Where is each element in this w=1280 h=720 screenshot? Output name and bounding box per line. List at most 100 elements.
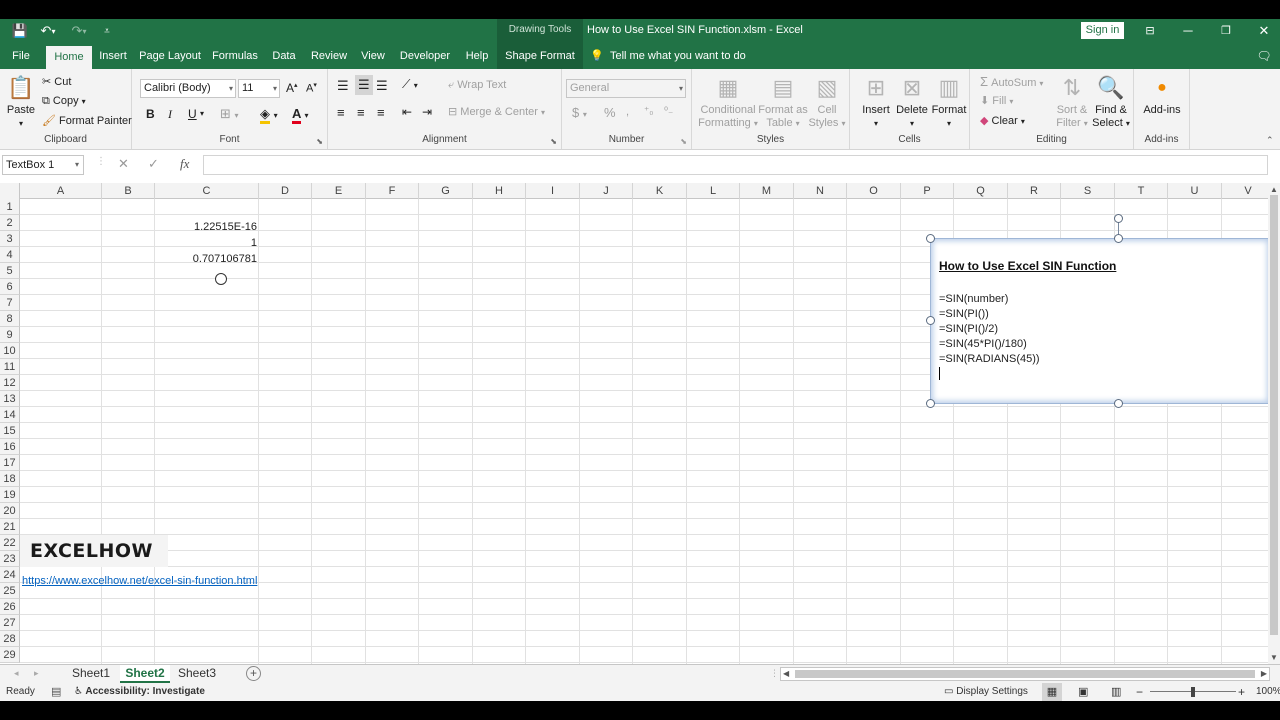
copy-button[interactable]: ⧉ Copy ▾ xyxy=(42,95,86,108)
tab-page-layout[interactable]: Page Layout xyxy=(139,44,201,69)
row-header-2[interactable]: 2 xyxy=(0,215,20,231)
row-header-13[interactable]: 13 xyxy=(0,391,20,407)
align-left-icon[interactable]: ≡ xyxy=(337,105,345,120)
percent-button[interactable]: % xyxy=(604,105,616,120)
column-header-g[interactable]: G xyxy=(419,183,473,199)
zoom-level[interactable]: 100% xyxy=(1256,686,1280,697)
insert-function-icon[interactable]: fx xyxy=(180,156,189,172)
underline-dropdown-icon[interactable]: ▾ xyxy=(200,109,204,118)
conditional-formatting-button[interactable]: ▦ Conditional Formatting ▾ xyxy=(696,73,760,130)
clear-button[interactable]: ◆ Clear ▾ xyxy=(980,114,1025,127)
horizontal-scrollbar[interactable]: ◀ ▶ xyxy=(780,667,1270,681)
name-box[interactable]: TextBox 1 ▾ xyxy=(2,155,84,175)
redo-icon[interactable]: ↷ ▾ xyxy=(66,22,92,40)
align-center-icon[interactable]: ≡ xyxy=(357,105,365,120)
autosum-button[interactable]: Σ AutoSum ▾ xyxy=(980,74,1043,89)
font-dialog-launcher-icon[interactable]: ⬊ xyxy=(316,137,323,146)
row-header-3[interactable]: 3 xyxy=(0,231,20,247)
font-size-select[interactable]: 11 ▾ xyxy=(238,79,280,98)
cell-c2[interactable]: 1 xyxy=(156,235,257,251)
alignment-dialog-launcher-icon[interactable]: ⬊ xyxy=(550,137,557,146)
row-header-11[interactable]: 11 xyxy=(0,359,20,375)
align-bottom-icon[interactable]: ☰ xyxy=(376,78,388,94)
cell-styles-button[interactable]: ▧ Cell Styles ▾ xyxy=(808,73,846,130)
formula-input[interactable] xyxy=(203,155,1268,175)
resize-handle-bottom[interactable] xyxy=(1114,399,1123,408)
row-header-27[interactable]: 27 xyxy=(0,615,20,631)
row-header-5[interactable]: 5 xyxy=(0,263,20,279)
sheet-tab-sheet1[interactable]: Sheet1 xyxy=(68,665,114,683)
format-cells-button[interactable]: ▥ Format ▾ xyxy=(930,73,968,130)
bold-button[interactable]: B xyxy=(146,107,155,121)
decrease-indent-icon[interactable]: ⇤ xyxy=(402,105,412,119)
zoom-in-icon[interactable]: + xyxy=(1238,685,1245,699)
customize-qat-icon[interactable]: ⩡ xyxy=(100,22,114,40)
increase-font-icon[interactable]: A▴ xyxy=(286,81,298,95)
row-header-17[interactable]: 17 xyxy=(0,455,20,471)
row-header-26[interactable]: 26 xyxy=(0,599,20,615)
orientation-icon[interactable]: ⟋ ▾ xyxy=(402,77,418,92)
column-header-k[interactable]: K xyxy=(633,183,687,199)
normal-view-icon[interactable]: ▦ xyxy=(1042,683,1062,701)
resize-handle-left[interactable] xyxy=(926,316,935,325)
column-header-f[interactable]: F xyxy=(366,183,419,199)
page-break-view-icon[interactable]: ▥ xyxy=(1111,685,1121,698)
font-name-select[interactable]: Calibri (Body) ▾ xyxy=(140,79,236,98)
sheet-prev-icon[interactable]: ◂ xyxy=(14,668,19,679)
number-dialog-launcher-icon[interactable]: ⬊ xyxy=(680,137,687,146)
tab-review[interactable]: Review xyxy=(308,44,350,69)
row-header-25[interactable]: 25 xyxy=(0,583,20,599)
row-header-24[interactable]: 24 xyxy=(0,567,20,583)
tab-formulas[interactable]: Formulas xyxy=(210,44,260,69)
column-header-h[interactable]: H xyxy=(473,183,526,199)
row-header-7[interactable]: 7 xyxy=(0,295,20,311)
cancel-icon[interactable]: ✕ xyxy=(118,156,129,172)
horizontal-scroll-thumb[interactable] xyxy=(795,670,1255,678)
row-header-20[interactable]: 20 xyxy=(0,503,20,519)
comments-icon[interactable]: 🗨 xyxy=(1252,44,1276,69)
increase-indent-icon[interactable]: ⇥ xyxy=(422,105,432,119)
column-header-i[interactable]: I xyxy=(526,183,580,199)
row-header-10[interactable]: 10 xyxy=(0,343,20,359)
column-header-u[interactable]: U xyxy=(1168,183,1222,199)
row-header-29[interactable]: 29 xyxy=(0,647,20,663)
column-header-b[interactable]: B xyxy=(102,183,155,199)
scroll-right-icon[interactable]: ▶ xyxy=(1261,668,1267,680)
column-header-s[interactable]: S xyxy=(1061,183,1115,199)
sheet-next-icon[interactable]: ▸ xyxy=(34,668,39,679)
column-header-q[interactable]: Q xyxy=(954,183,1008,199)
cell-c3[interactable]: 0.707106781 xyxy=(156,251,257,267)
accessibility-button[interactable]: ♿ Accessibility: Investigate xyxy=(74,686,205,697)
tab-file[interactable]: File xyxy=(4,44,38,69)
align-middle-icon[interactable]: ☰ xyxy=(355,75,373,95)
format-painter-button[interactable]: 🖌 Format Painter xyxy=(42,114,132,127)
comma-style-icon[interactable]: , xyxy=(626,106,629,118)
number-format-select[interactable]: General ▾ xyxy=(566,79,686,98)
save-icon[interactable]: 💾 xyxy=(11,22,29,40)
row-header-28[interactable]: 28 xyxy=(0,631,20,647)
column-header-o[interactable]: O xyxy=(847,183,901,199)
column-header-j[interactable]: J xyxy=(580,183,633,199)
column-header-n[interactable]: N xyxy=(794,183,847,199)
underline-button[interactable]: U xyxy=(188,107,197,121)
merge-center-button[interactable]: ⊟ Merge & Center ▾ xyxy=(448,105,545,118)
zoom-out-icon[interactable]: − xyxy=(1136,685,1143,699)
row-header-22[interactable]: 22 xyxy=(0,535,20,551)
row-header-14[interactable]: 14 xyxy=(0,407,20,423)
addins-button[interactable]: ● Add-ins xyxy=(1138,73,1186,117)
column-header-l[interactable]: L xyxy=(687,183,740,199)
paste-button[interactable]: 📋 Paste ▾ xyxy=(4,73,38,130)
row-header-4[interactable]: 4 xyxy=(0,247,20,263)
sheet-tab-sheet2[interactable]: Sheet2 xyxy=(120,665,170,683)
column-header-t[interactable]: T xyxy=(1115,183,1168,199)
tab-insert[interactable]: Insert xyxy=(94,44,132,69)
new-sheet-icon[interactable]: + xyxy=(246,666,261,681)
close-icon[interactable]: ✕ xyxy=(1249,21,1279,41)
page-layout-view-icon[interactable]: ▣ xyxy=(1078,685,1088,698)
display-settings-button[interactable]: ▭ Display Settings xyxy=(944,686,1028,697)
tab-view[interactable]: View xyxy=(357,44,389,69)
column-header-d[interactable]: D xyxy=(259,183,312,199)
font-color-icon[interactable]: A ▾ xyxy=(292,106,309,124)
tab-home[interactable]: Home xyxy=(46,46,92,69)
decrease-font-icon[interactable]: A▾ xyxy=(306,81,317,95)
